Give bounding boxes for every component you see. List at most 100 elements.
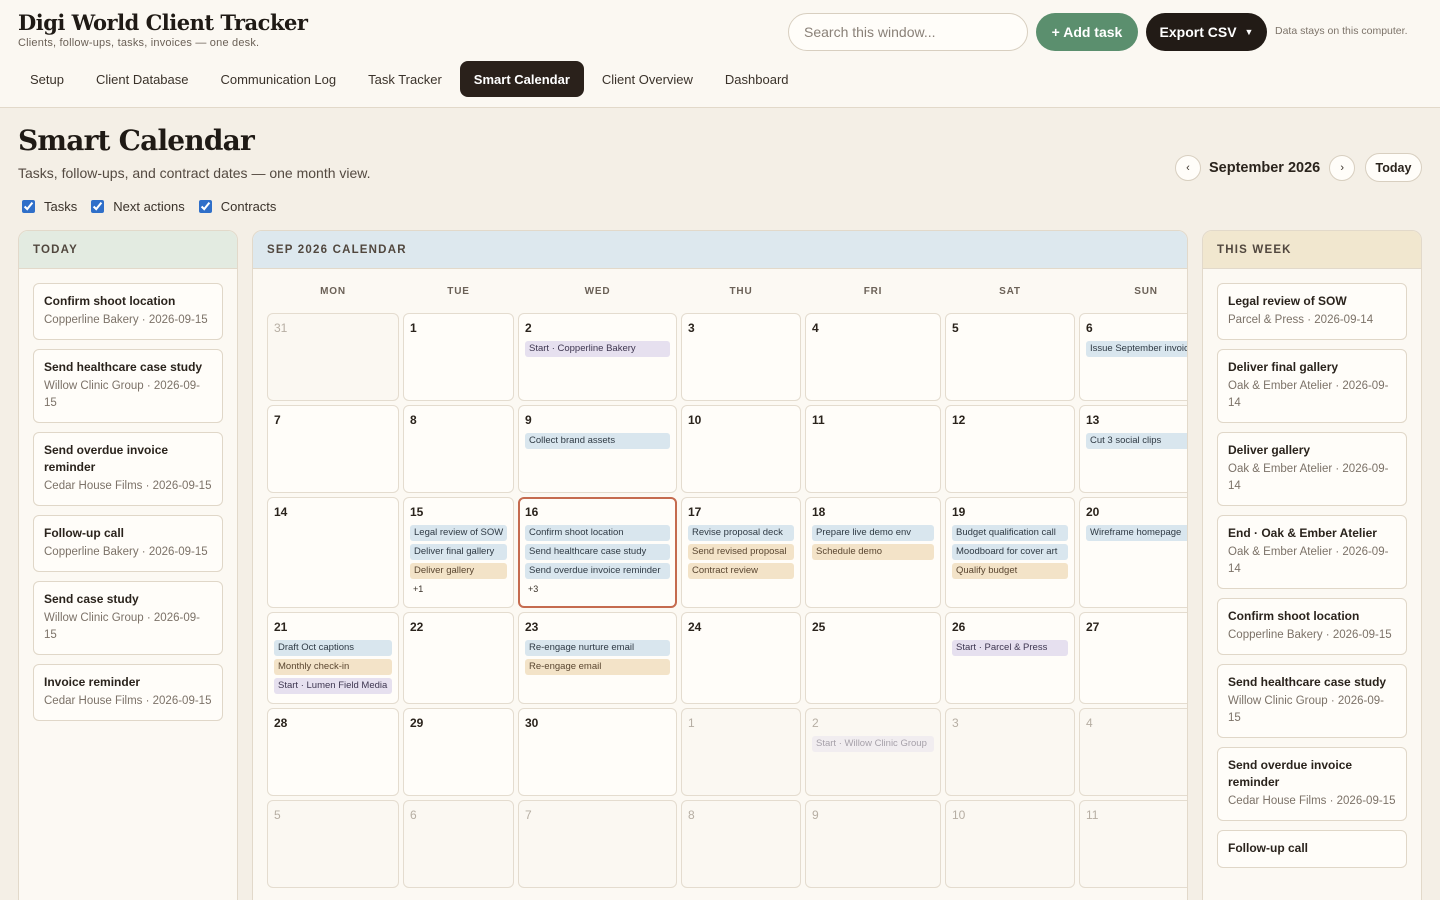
calendar-day[interactable]: 5	[267, 800, 399, 888]
search-input[interactable]	[788, 13, 1028, 51]
today-button[interactable]: Today	[1365, 153, 1422, 182]
event-chip-task[interactable]: Revise proposal deck	[688, 525, 794, 541]
calendar-day[interactable]: 2 Start · Willow Clinic Group	[805, 708, 941, 796]
calendar-day[interactable]: 17 Revise proposal deck Send revised propo…	[681, 497, 801, 608]
task-card[interactable]: Deliver gallery Oak & Ember Atelier · 202…	[1217, 432, 1407, 506]
next-month-button[interactable]: ›	[1329, 155, 1356, 181]
task-card[interactable]: Send overdue invoice reminder Cedar House…	[1217, 747, 1407, 821]
calendar-day[interactable]: 7	[267, 405, 399, 493]
nav-tab-client-database[interactable]: Client Database	[82, 61, 203, 97]
calendar-day[interactable]: 24	[681, 612, 801, 704]
event-chip-next[interactable]: Monthly check-in	[274, 659, 392, 675]
nav-tab-client-overview[interactable]: Client Overview	[588, 61, 707, 97]
task-card[interactable]: Legal review of SOW Parcel & Press · 2026…	[1217, 283, 1407, 340]
task-card[interactable]: End · Oak & Ember Atelier Oak & Ember Ate…	[1217, 515, 1407, 589]
event-chip-contract[interactable]: Start · Willow Clinic Group	[812, 736, 934, 752]
event-chip-task[interactable]: Wireframe homepage	[1086, 525, 1187, 541]
event-chip-next[interactable]: Re-engage email	[525, 659, 670, 675]
calendar-day[interactable]: 14	[267, 497, 399, 608]
filter-contracts[interactable]: Contracts	[198, 199, 276, 214]
event-chip-task[interactable]: Prepare live demo env	[812, 525, 934, 541]
add-task-button[interactable]: + Add task	[1036, 13, 1138, 51]
filter-next-actions[interactable]: Next actions	[91, 199, 185, 214]
task-card[interactable]: Send healthcare case study Willow Clinic …	[1217, 664, 1407, 738]
calendar-day[interactable]: 4	[805, 313, 941, 401]
calendar-day[interactable]: 5	[945, 313, 1075, 401]
event-chip-task[interactable]: Moodboard for cover art	[952, 544, 1068, 560]
filter-tasks-checkbox[interactable]	[22, 200, 35, 213]
event-chip-contract[interactable]: Start · Copperline Bakery	[525, 341, 670, 357]
filter-contracts-checkbox[interactable]	[198, 200, 212, 213]
event-chip-task[interactable]: Re-engage nurture email	[525, 640, 670, 656]
task-card[interactable]: Follow-up call Copperline Bakery · 2026-0…	[33, 515, 223, 572]
calendar-day[interactable]: 13 Cut 3 social clips	[1079, 405, 1187, 493]
calendar-day[interactable]: 18 Prepare live demo env Schedule demo	[805, 497, 941, 608]
calendar-day[interactable]: 9 Collect brand assets	[518, 405, 677, 493]
calendar-day[interactable]: 3	[681, 313, 801, 401]
nav-tab-setup[interactable]: Setup	[16, 61, 78, 97]
event-chip-next[interactable]: Schedule demo	[812, 544, 934, 560]
calendar-day[interactable]: 6 Issue September invoice	[1079, 313, 1187, 401]
task-card[interactable]: Invoice reminder Cedar House Films · 2026…	[33, 664, 223, 721]
event-chip-task[interactable]: Legal review of SOW	[410, 525, 507, 541]
event-chip-task[interactable]: Cut 3 social clips	[1086, 433, 1187, 449]
calendar-day[interactable]: 7	[518, 800, 677, 888]
calendar-day[interactable]: 21 Draft Oct captions Monthly check-in Star…	[267, 612, 399, 704]
calendar-day[interactable]: 30	[518, 708, 677, 796]
calendar-day[interactable]: 31	[267, 313, 399, 401]
more-events-link[interactable]: +3	[525, 582, 670, 596]
calendar-day[interactable]: 12	[945, 405, 1075, 493]
event-chip-task[interactable]: Send healthcare case study	[525, 544, 670, 560]
more-events-link[interactable]: +1	[410, 582, 507, 596]
calendar-day[interactable]: 9	[805, 800, 941, 888]
export-csv-button[interactable]: Export CSV ▼	[1146, 13, 1267, 51]
nav-tab-task-tracker[interactable]: Task Tracker	[354, 61, 456, 97]
task-card[interactable]: Confirm shoot location Copperline Bakery …	[1217, 598, 1407, 655]
task-card[interactable]: Send overdue invoice reminder Cedar House…	[33, 432, 223, 506]
event-chip-next[interactable]: Deliver gallery	[410, 563, 507, 579]
event-chip-contract[interactable]: Start · Lumen Field Media	[274, 678, 392, 694]
calendar-day[interactable]: 10	[945, 800, 1075, 888]
calendar-day[interactable]: 11	[1079, 800, 1187, 888]
calendar-day[interactable]: 28	[267, 708, 399, 796]
calendar-day-today[interactable]: 16 Confirm shoot location Send healthcare …	[518, 497, 677, 608]
event-chip-contract[interactable]: Start · Parcel & Press	[952, 640, 1068, 656]
event-chip-task[interactable]: Confirm shoot location	[525, 525, 670, 541]
calendar-day[interactable]: 4	[1079, 708, 1187, 796]
task-card[interactable]: Follow-up call	[1217, 830, 1407, 868]
task-card[interactable]: Confirm shoot location Copperline Bakery …	[33, 283, 223, 340]
calendar-day[interactable]: 27	[1079, 612, 1187, 704]
task-card[interactable]: Send healthcare case study Willow Clinic …	[33, 349, 223, 423]
calendar-day[interactable]: 8	[403, 405, 514, 493]
calendar-day[interactable]: 10	[681, 405, 801, 493]
filter-tasks[interactable]: Tasks	[22, 199, 77, 214]
calendar-day[interactable]: 8	[681, 800, 801, 888]
task-card[interactable]: Deliver final gallery Oak & Ember Atelier…	[1217, 349, 1407, 423]
event-chip-task[interactable]: Budget qualification call	[952, 525, 1068, 541]
calendar-day[interactable]: 1	[403, 313, 514, 401]
event-chip-task[interactable]: Send overdue invoice reminder	[525, 563, 670, 579]
calendar-day[interactable]: 22	[403, 612, 514, 704]
calendar-day[interactable]: 29	[403, 708, 514, 796]
event-chip-next[interactable]: Qualify budget	[952, 563, 1068, 579]
calendar-day[interactable]: 3	[945, 708, 1075, 796]
nav-tab-dashboard[interactable]: Dashboard	[711, 61, 803, 97]
calendar-day[interactable]: 2 Start · Copperline Bakery	[518, 313, 677, 401]
calendar-day[interactable]: 19 Budget qualification call Moodboard for…	[945, 497, 1075, 608]
prev-month-button[interactable]: ‹	[1175, 155, 1201, 181]
event-chip-task[interactable]: Deliver final gallery	[410, 544, 507, 560]
calendar-day[interactable]: 25	[805, 612, 941, 704]
calendar-day[interactable]: 23 Re-engage nurture email Re-engage email	[518, 612, 677, 704]
calendar-day[interactable]: 20 Wireframe homepage	[1079, 497, 1187, 608]
calendar-day[interactable]: 6	[403, 800, 514, 888]
event-chip-task[interactable]: Collect brand assets	[525, 433, 670, 449]
event-chip-task[interactable]: Issue September invoice	[1086, 341, 1187, 357]
nav-tab-communication-log[interactable]: Communication Log	[206, 61, 350, 97]
calendar-day[interactable]: 1	[681, 708, 801, 796]
event-chip-next[interactable]: Contract review	[688, 563, 794, 579]
calendar-day[interactable]: 15 Legal review of SOW Deliver final galle…	[403, 497, 514, 608]
event-chip-task[interactable]: Draft Oct captions	[274, 640, 392, 656]
task-card[interactable]: Send case study Willow Clinic Group · 202…	[33, 581, 223, 655]
filter-next-actions-checkbox[interactable]	[91, 200, 105, 213]
event-chip-next[interactable]: Send revised proposal	[688, 544, 794, 560]
